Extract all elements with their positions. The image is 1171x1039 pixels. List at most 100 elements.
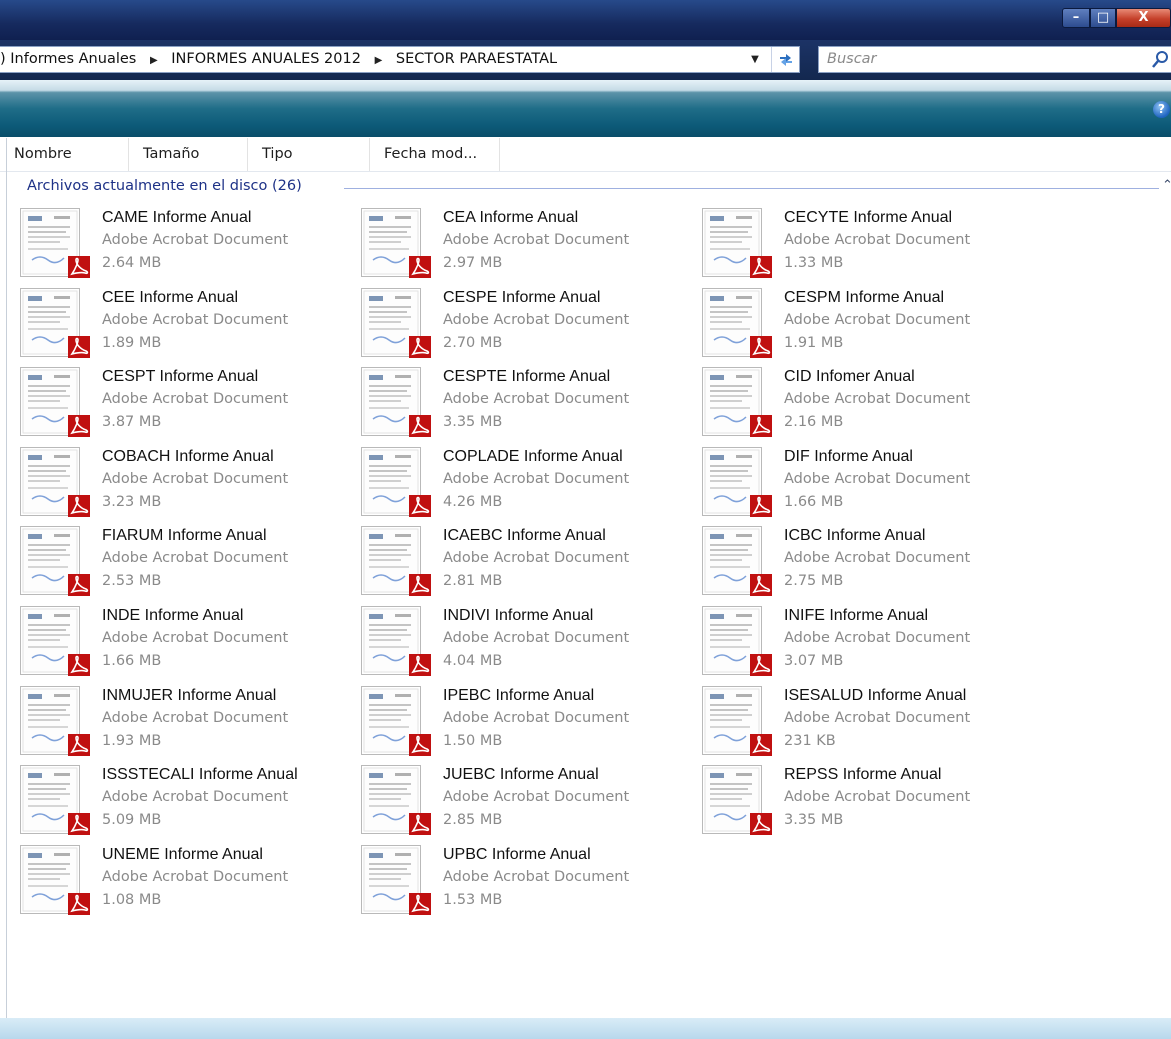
file-name[interactable]: IPEBC Informe Anual	[443, 687, 594, 705]
file-type: Adobe Acrobat Document	[443, 789, 630, 805]
pdf-thumbnail-icon	[702, 606, 772, 676]
file-size: 4.04 MB	[443, 653, 503, 669]
column-header-date-modified[interactable]: Fecha mod...	[370, 138, 500, 171]
file-name[interactable]: CID Infomer Anual	[784, 368, 915, 386]
file-item-cespte-informe-anual[interactable]: CESPTE Informe Anual Adobe Acrobat Docume…	[361, 367, 691, 443]
file-item-juebc-informe-anual[interactable]: JUEBC Informe Anual Adobe Acrobat Documen…	[361, 765, 691, 841]
file-item-cea-informe-anual[interactable]: CEA Informe Anual Adobe Acrobat Document 2…	[361, 208, 691, 284]
file-size: 2.97 MB	[443, 255, 503, 271]
file-name[interactable]: CESPE Informe Anual	[443, 289, 600, 307]
file-name[interactable]: COPLADE Informe Anual	[443, 448, 623, 466]
file-item-cespt-informe-anual[interactable]: CESPT Informe Anual Adobe Acrobat Documen…	[20, 367, 350, 443]
file-item-issstecali-informe-anual[interactable]: ISSSTECALI Informe Anual Adobe Acrobat Do…	[20, 765, 350, 841]
file-type: Adobe Acrobat Document	[102, 710, 289, 726]
file-name[interactable]: CESPM Informe Anual	[784, 289, 944, 307]
column-header-type[interactable]: Tipo	[248, 138, 370, 171]
file-name[interactable]: UPBC Informe Anual	[443, 846, 591, 864]
file-name[interactable]: INDE Informe Anual	[102, 607, 243, 625]
file-size: 1.89 MB	[102, 335, 162, 351]
pdf-thumbnail-icon	[20, 288, 90, 358]
file-name[interactable]: CESPT Informe Anual	[102, 368, 258, 386]
adobe-acrobat-icon	[409, 256, 431, 282]
file-name[interactable]: INMUJER Informe Anual	[102, 687, 276, 705]
help-icon[interactable]: ?	[1153, 101, 1170, 118]
file-item-isesalud-informe-anual[interactable]: ISESALUD Informe Anual Adobe Acrobat Docu…	[702, 686, 1032, 762]
pdf-thumbnail-icon	[361, 447, 431, 517]
adobe-acrobat-icon	[750, 734, 772, 760]
file-item-cobach-informe-anual[interactable]: COBACH Informe Anual Adobe Acrobat Docume…	[20, 447, 350, 523]
file-name[interactable]: COBACH Informe Anual	[102, 448, 274, 466]
minimize-button[interactable]: –	[1062, 8, 1090, 28]
file-type: Adobe Acrobat Document	[443, 630, 630, 646]
file-name[interactable]: CAME Informe Anual	[102, 209, 251, 227]
maximize-button[interactable]: □	[1090, 8, 1116, 28]
file-item-icbc-informe-anual[interactable]: ICBC Informe Anual Adobe Acrobat Document…	[702, 526, 1032, 602]
file-item-cecyte-informe-anual[interactable]: CECYTE Informe Anual Adobe Acrobat Docume…	[702, 208, 1032, 284]
address-bar[interactable]: ) Informes Anuales ▶ INFORMES ANUALES 20…	[0, 46, 800, 73]
file-item-ipebc-informe-anual[interactable]: IPEBC Informe Anual Adobe Acrobat Documen…	[361, 686, 691, 762]
file-item-upbc-informe-anual[interactable]: UPBC Informe Anual Adobe Acrobat Document…	[361, 845, 691, 921]
pdf-thumbnail-icon	[20, 606, 90, 676]
file-size: 3.07 MB	[784, 653, 844, 669]
chevron-up-icon[interactable]: ⌃	[1162, 178, 1171, 193]
file-name[interactable]: ICBC Informe Anual	[784, 527, 925, 545]
file-name[interactable]: ISESALUD Informe Anual	[784, 687, 966, 705]
adobe-acrobat-icon	[750, 415, 772, 441]
pdf-thumbnail-icon	[20, 367, 90, 437]
column-header-size[interactable]: Tamaño	[129, 138, 248, 171]
breadcrumb-item-informes-anuales-2012[interactable]: INFORMES ANUALES 2012	[171, 51, 361, 67]
pdf-thumbnail-icon	[361, 765, 431, 835]
adobe-acrobat-icon	[409, 415, 431, 441]
file-name[interactable]: ICAEBC Informe Anual	[443, 527, 606, 545]
close-button[interactable]: X	[1116, 8, 1171, 28]
file-name[interactable]: CESPTE Informe Anual	[443, 368, 610, 386]
pdf-thumbnail-icon	[702, 367, 772, 437]
file-name[interactable]: CEE Informe Anual	[102, 289, 238, 307]
file-name[interactable]: DIF Informe Anual	[784, 448, 913, 466]
search-icon[interactable]	[1151, 49, 1169, 69]
file-item-icaebc-informe-anual[interactable]: ICAEBC Informe Anual Adobe Acrobat Docume…	[361, 526, 691, 602]
file-name[interactable]: CEA Informe Anual	[443, 209, 578, 227]
file-name[interactable]: REPSS Informe Anual	[784, 766, 941, 784]
file-item-dif-informe-anual[interactable]: DIF Informe Anual Adobe Acrobat Document 1…	[702, 447, 1032, 523]
search-input[interactable]: Buscar	[818, 46, 1171, 73]
file-name[interactable]: CECYTE Informe Anual	[784, 209, 952, 227]
file-item-inmujer-informe-anual[interactable]: INMUJER Informe Anual Adobe Acrobat Docum…	[20, 686, 350, 762]
file-item-uneme-informe-anual[interactable]: UNEME Informe Anual Adobe Acrobat Documen…	[20, 845, 350, 921]
breadcrumb: ) Informes Anuales ▶ INFORMES ANUALES 20…	[0, 47, 557, 72]
file-item-inife-informe-anual[interactable]: INIFE Informe Anual Adobe Acrobat Documen…	[702, 606, 1032, 682]
chevron-down-icon[interactable]: ▼	[742, 47, 768, 72]
pdf-thumbnail-icon	[702, 686, 772, 756]
file-item-cid-infomer-anual[interactable]: CID Infomer Anual Adobe Acrobat Document 2…	[702, 367, 1032, 443]
breadcrumb-item-sector-paraestatal[interactable]: SECTOR PARAESTATAL	[396, 51, 557, 67]
refresh-icon[interactable]	[771, 47, 800, 72]
file-name[interactable]: INDIVI Informe Anual	[443, 607, 593, 625]
file-type: Adobe Acrobat Document	[443, 550, 630, 566]
breadcrumb-separator-icon[interactable]: ▶	[375, 55, 383, 66]
file-size: 1.08 MB	[102, 892, 162, 908]
file-type: Adobe Acrobat Document	[443, 232, 630, 248]
group-header[interactable]: Archivos actualmente en el disco (26) ⌃	[14, 178, 1171, 200]
file-item-fiarum-informe-anual[interactable]: FIARUM Informe Anual Adobe Acrobat Docume…	[20, 526, 350, 602]
file-item-cespm-informe-anual[interactable]: CESPM Informe Anual Adobe Acrobat Documen…	[702, 288, 1032, 364]
file-size: 2.81 MB	[443, 573, 503, 589]
file-item-repss-informe-anual[interactable]: REPSS Informe Anual Adobe Acrobat Documen…	[702, 765, 1032, 841]
file-item-coplade-informe-anual[interactable]: COPLADE Informe Anual Adobe Acrobat Docum…	[361, 447, 691, 523]
file-item-inde-informe-anual[interactable]: INDE Informe Anual Adobe Acrobat Document…	[20, 606, 350, 682]
file-name[interactable]: ISSSTECALI Informe Anual	[102, 766, 298, 784]
adobe-acrobat-icon	[409, 734, 431, 760]
file-type: Adobe Acrobat Document	[102, 789, 289, 805]
file-item-cespe-informe-anual[interactable]: CESPE Informe Anual Adobe Acrobat Documen…	[361, 288, 691, 364]
file-name[interactable]: JUEBC Informe Anual	[443, 766, 599, 784]
file-item-cee-informe-anual[interactable]: CEE Informe Anual Adobe Acrobat Document 1…	[20, 288, 350, 364]
file-item-indivi-informe-anual[interactable]: INDIVI Informe Anual Adobe Acrobat Docume…	[361, 606, 691, 682]
breadcrumb-item-informes-anuales[interactable]: Informes Anuales	[10, 51, 136, 67]
file-item-came-informe-anual[interactable]: CAME Informe Anual Adobe Acrobat Document…	[20, 208, 350, 284]
file-name[interactable]: INIFE Informe Anual	[784, 607, 928, 625]
file-type: Adobe Acrobat Document	[784, 789, 971, 805]
address-row: ) Informes Anuales ▶ INFORMES ANUALES 20…	[0, 40, 1171, 80]
breadcrumb-separator-icon[interactable]: ▶	[150, 55, 158, 66]
column-header-name[interactable]: Nombre	[0, 138, 129, 171]
file-name[interactable]: FIARUM Informe Anual	[102, 527, 267, 545]
file-name[interactable]: UNEME Informe Anual	[102, 846, 263, 864]
